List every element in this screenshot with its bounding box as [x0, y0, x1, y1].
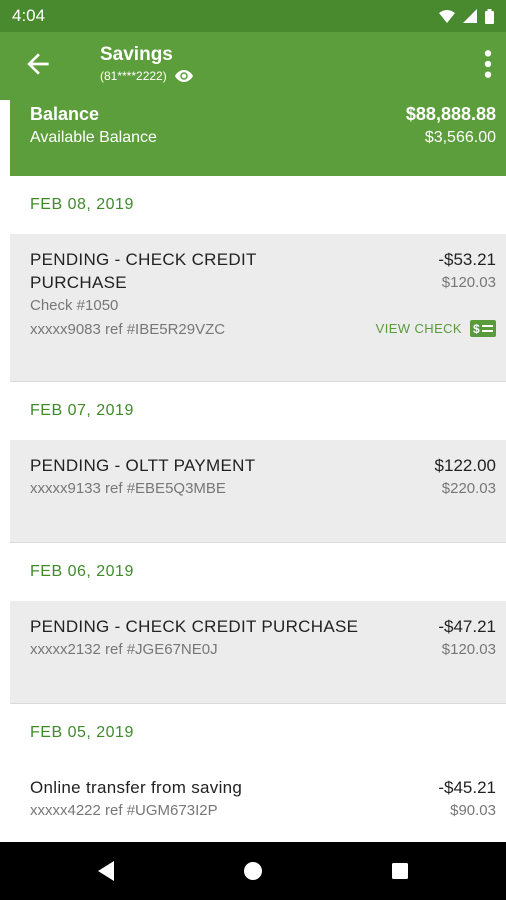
- transaction-amount: -$53.21: [438, 250, 496, 269]
- page-title: Savings: [100, 44, 173, 65]
- status-icons: [439, 8, 494, 24]
- recents-nav-icon[interactable]: [390, 861, 410, 881]
- transaction-description: PENDING - OLTT PAYMENT: [30, 456, 256, 475]
- account-row: (81****2222): [100, 69, 193, 83]
- transaction-balance: $220.03: [441, 480, 496, 497]
- battery-icon: [485, 8, 494, 24]
- balance-panel: Balance $88,888.88 Available Balance $3,…: [0, 96, 506, 176]
- navigation-bar: [0, 842, 506, 900]
- transaction-description: PENDING - CHECK CREDIT PURCHASE: [30, 617, 359, 636]
- home-nav-icon[interactable]: [243, 861, 263, 881]
- transaction-reference: xxxxx4222 ref #UGM673I2P: [30, 802, 218, 819]
- date-header: FEB 06, 2019: [30, 563, 134, 580]
- signal-icon: [463, 9, 477, 23]
- back-nav-icon[interactable]: [96, 861, 116, 881]
- transaction-reference: xxxxx2132 ref #JGE67NE0J: [30, 641, 218, 658]
- transaction-balance: $120.03: [441, 274, 496, 291]
- transaction-item[interactable]: PENDING - CHECK CREDIT PURCHASE Check #1…: [10, 234, 506, 382]
- transaction-check-number: Check #1050: [30, 297, 119, 314]
- date-header: FEB 05, 2019: [30, 724, 134, 741]
- available-balance-value: $3,566.00: [424, 129, 496, 146]
- svg-text:$: $: [473, 322, 480, 336]
- check-icon: $: [470, 320, 496, 337]
- status-time: 4:04: [12, 6, 46, 25]
- transaction-description: PENDING - CHECK CREDIT PURCHASE: [30, 250, 257, 292]
- view-check-label: VIEW CHECK: [375, 321, 462, 336]
- more-vert-icon[interactable]: [478, 48, 498, 80]
- date-header: FEB 07, 2019: [30, 402, 134, 419]
- balance-label: Balance: [30, 104, 100, 124]
- back-arrow-icon[interactable]: [22, 48, 54, 80]
- transaction-reference: xxxxx9133 ref #EBE5Q3MBE: [30, 480, 226, 497]
- transaction-item[interactable]: PENDING - CHECK CREDIT PURCHASE xxxxx213…: [10, 601, 506, 704]
- transaction-amount: $122.00: [434, 456, 496, 475]
- transaction-item[interactable]: PENDING - OLTT PAYMENT xxxxx9133 ref #EB…: [10, 440, 506, 543]
- status-bar: 4:04: [0, 0, 506, 32]
- tab-indicator: [0, 100, 10, 180]
- transaction-description: Online transfer from saving: [30, 778, 243, 797]
- transaction-reference: xxxxx9083 ref #IBE5R29VZC: [30, 321, 226, 338]
- balance-value: $88,888.88: [405, 104, 496, 124]
- account-number: (81****2222): [100, 69, 167, 83]
- transaction-balance: $120.03: [441, 641, 496, 658]
- eye-icon[interactable]: [174, 69, 193, 83]
- transaction-balance: $90.03: [450, 802, 496, 819]
- title-wrap: Savings (81****2222): [100, 44, 193, 83]
- transaction-amount: -$45.21: [438, 778, 496, 797]
- date-header: FEB 08, 2019: [30, 196, 134, 213]
- app-bar: Savings (81****2222): [0, 32, 506, 96]
- transaction-item[interactable]: Online transfer from saving xxxxx4222 re…: [10, 762, 506, 842]
- wifi-icon: [439, 9, 455, 23]
- transaction-list[interactable]: FEB 08, 2019 PENDING - CHECK CREDIT PURC…: [0, 176, 506, 842]
- available-balance-label: Available Balance: [30, 129, 157, 146]
- view-check-button[interactable]: VIEW CHECK $: [376, 320, 496, 337]
- transaction-amount: -$47.21: [438, 617, 496, 636]
